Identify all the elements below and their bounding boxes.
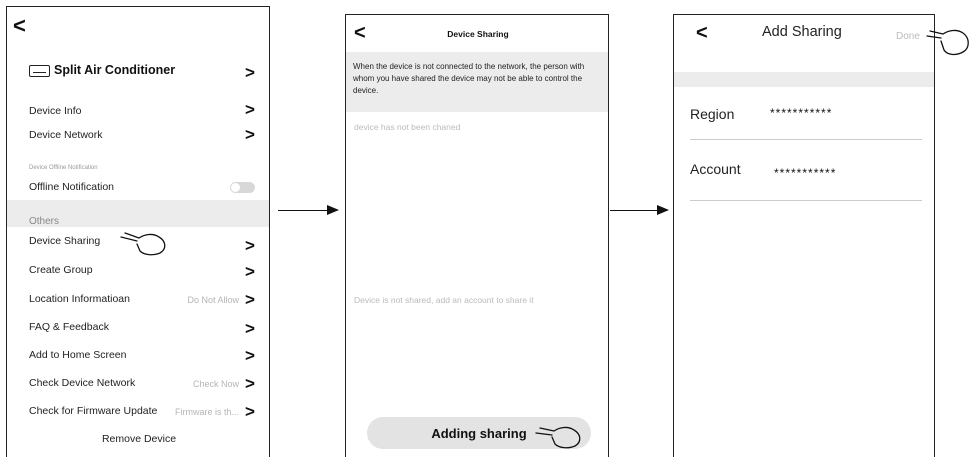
air-conditioner-icon bbox=[29, 65, 50, 77]
location-value: Do Not Allow bbox=[187, 295, 239, 305]
chevron-right-icon: > bbox=[245, 236, 255, 255]
chevron-right-icon: > bbox=[245, 63, 255, 82]
flow-arrow-icon bbox=[610, 205, 669, 215]
notice-text: When the device is not connected to the … bbox=[353, 62, 585, 95]
check-network-label: Check Device Network bbox=[29, 377, 136, 389]
faq-label: FAQ & Feedback bbox=[29, 321, 109, 333]
check-network-value: Check Now bbox=[192, 379, 239, 389]
offline-notification-label: Offline Notification bbox=[29, 181, 115, 193]
create-group-label: Create Group bbox=[29, 264, 93, 276]
empty-message: Device is not shared, add an account to … bbox=[354, 295, 534, 305]
chevron-right-icon: > bbox=[245, 374, 255, 393]
offline-section-label: Device Offline Notification bbox=[29, 165, 98, 171]
device-sharing-label: Device Sharing bbox=[29, 235, 101, 247]
pointing-hand-icon bbox=[926, 29, 969, 56]
chevron-right-icon: > bbox=[245, 319, 255, 338]
done-button[interactable]: Done bbox=[896, 31, 920, 42]
page-title: Device Sharing bbox=[447, 29, 509, 39]
offline-notification-toggle[interactable] bbox=[230, 182, 255, 193]
remove-device-button[interactable]: Remove Device bbox=[7, 433, 269, 445]
device-info-label: Device Info bbox=[29, 105, 82, 117]
device-network-label: Device Network bbox=[29, 129, 103, 141]
region-label: Region bbox=[690, 106, 735, 122]
chevron-right-icon: > bbox=[245, 346, 255, 365]
device-header[interactable]: Split Air Conditioner > bbox=[29, 63, 259, 81]
chevron-right-icon: > bbox=[245, 402, 255, 421]
page-title: Add Sharing bbox=[762, 24, 842, 40]
device-sharing-screen: < Device Sharing When the device is not … bbox=[345, 14, 609, 457]
pointing-hand-icon bbox=[120, 232, 166, 256]
chevron-right-icon: > bbox=[245, 262, 255, 281]
account-label: Account bbox=[690, 161, 741, 177]
back-button[interactable]: < bbox=[13, 13, 26, 39]
notice-banner: When the device is not connected to the … bbox=[346, 52, 608, 112]
add-home-label: Add to Home Screen bbox=[29, 349, 127, 361]
device-title: Split Air Conditioner bbox=[54, 63, 176, 77]
divider bbox=[690, 139, 922, 140]
chevron-right-icon: > bbox=[245, 125, 255, 144]
pointing-hand-icon bbox=[535, 426, 581, 449]
region-value: *********** bbox=[770, 106, 833, 120]
check-firmware-label: Check for Firmware Update bbox=[29, 405, 158, 417]
others-label: Others bbox=[29, 216, 60, 227]
flow-arrow-icon bbox=[278, 205, 339, 215]
location-info-label: Location Informatioan bbox=[29, 293, 130, 305]
check-firmware-value: Firmware is th... bbox=[174, 407, 239, 417]
header-divider-band bbox=[674, 72, 934, 87]
chevron-right-icon: > bbox=[245, 290, 255, 309]
device-settings-screen: < Split Air Conditioner > Device Info > … bbox=[6, 6, 270, 457]
divider bbox=[690, 200, 922, 201]
back-button[interactable]: < bbox=[696, 22, 708, 45]
not-changed-text: device has not been chaned bbox=[354, 122, 461, 132]
chevron-right-icon: > bbox=[245, 100, 255, 119]
account-value: *********** bbox=[774, 166, 837, 180]
add-sharing-screen: < Add Sharing Done Region *********** Ac… bbox=[673, 14, 935, 457]
